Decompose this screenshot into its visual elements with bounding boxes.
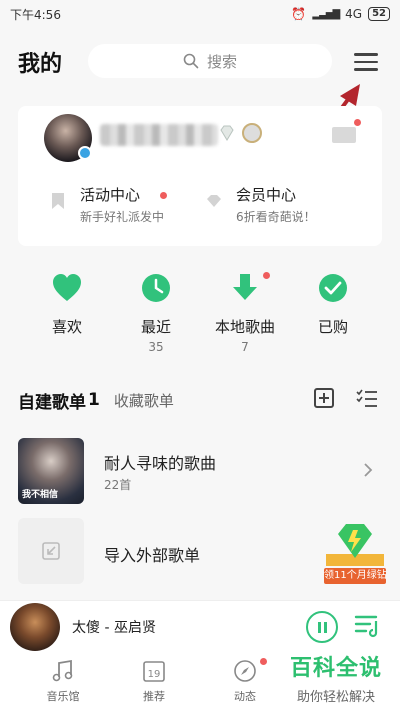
vip-diamond-icon (207, 195, 221, 207)
playlist-queue-icon[interactable] (354, 611, 382, 639)
search-input[interactable]: 搜索 (88, 44, 332, 78)
playlist-count: 22首 (104, 478, 132, 492)
page-title: 我的 (18, 52, 63, 77)
quick-count: 7 (241, 340, 249, 354)
download-icon (233, 274, 257, 300)
tab-collected-playlists[interactable]: 收藏歌单 (114, 390, 174, 411)
quick-item-like[interactable]: 喜欢 (27, 272, 107, 352)
activity-center-title: 活动中心 (80, 186, 141, 204)
vip-center[interactable]: 会员中心 6折看奇葩说！ (206, 182, 376, 226)
mail-icon[interactable] (332, 127, 356, 143)
quick-item-recent[interactable]: 最近 35 (116, 272, 196, 354)
tab-feed[interactable]: 动态 (210, 658, 280, 704)
tab-recommend[interactable]: 19 推荐 (119, 658, 189, 704)
quick-label: 已购 (317, 318, 348, 336)
alarm-icon: ⏰ (291, 7, 307, 21)
calendar-icon: 19 (143, 661, 165, 682)
status-bar: 下午4:56 ⏰ ▂▃▅▇ 4G 52 (0, 0, 400, 28)
search-placeholder: 搜索 (206, 52, 237, 71)
username-blurred[interactable] (100, 124, 218, 146)
level-badge-icon[interactable] (242, 123, 262, 143)
import-cover (18, 518, 84, 584)
activity-center-subtitle: 新手好礼派发中 (80, 210, 165, 224)
bookmark-icon (52, 193, 64, 209)
pause-button[interactable] (306, 611, 338, 643)
manage-list-icon[interactable] (356, 388, 378, 408)
watermark: 百科全说 助你轻松解决 (276, 650, 396, 706)
tab-label: 音乐馆 (46, 690, 80, 703)
battery-icon: 52 (368, 7, 390, 21)
mail-notification-dot (354, 119, 361, 126)
network-type: 4G (345, 7, 363, 21)
menu-icon-line (354, 60, 378, 64)
gift-diamond-icon (326, 524, 384, 566)
quick-count: 35 (148, 340, 164, 354)
album-cover[interactable] (10, 603, 60, 651)
local-dot (263, 272, 270, 279)
menu-button[interactable] (352, 48, 380, 76)
calendar-day: 19 (148, 669, 161, 680)
heart-icon (53, 274, 81, 301)
ad-text: 领11个月绿钻 (324, 568, 386, 584)
playlist-item[interactable]: 我不相信 耐人寻味的歌曲 22首 (18, 438, 382, 504)
playlist-title: 导入外部歌单 (104, 546, 201, 565)
playlist-title: 耐人寻味的歌曲 (104, 454, 217, 473)
menu-icon-line (354, 53, 378, 56)
playlist-tabs: 自建歌单 1 收藏歌单 (18, 386, 382, 414)
quick-item-purchased[interactable]: 已购 (293, 272, 373, 352)
watermark-title: 百科全说 (289, 656, 382, 681)
menu-icon-line (354, 68, 378, 71)
tab-created-playlists[interactable]: 自建歌单 (18, 388, 86, 413)
promo-ad-banner[interactable]: 领11个月绿钻 (320, 520, 390, 586)
tab-created-count: 1 (88, 390, 100, 410)
signal-icon: ▂▃▅▇ (312, 8, 340, 20)
profile-card: 活动中心 新手好礼派发中 会员中心 6折看奇葩说！ (18, 106, 382, 246)
music-note-icon (52, 659, 73, 682)
quick-label: 本地歌曲 (214, 318, 275, 336)
search-icon (183, 53, 199, 69)
status-time: 下午4:56 (10, 7, 61, 22)
verified-badge-icon (78, 146, 92, 160)
cover-text: 我不相信 (22, 490, 59, 500)
clock-icon (142, 274, 170, 302)
activity-center[interactable]: 活动中心 新手好礼派发中 (50, 182, 220, 226)
now-playing-title: 太傻 - 巫启贤 (72, 620, 156, 636)
playlist-cover: 我不相信 (18, 438, 84, 504)
chevron-right-icon (364, 463, 373, 477)
tab-label: 动态 (234, 690, 256, 703)
watermark-subtitle: 助你轻松解决 (296, 690, 375, 705)
check-circle-icon (319, 274, 347, 302)
quick-label: 喜欢 (51, 318, 82, 336)
quick-item-local[interactable]: 本地歌曲 7 (205, 272, 285, 354)
quick-label: 最近 (140, 318, 171, 336)
tab-music-hall[interactable]: 音乐馆 (28, 658, 98, 704)
vip-center-subtitle: 6折看奇葩说！ (236, 210, 316, 224)
status-indicators: ⏰ ▂▃▅▇ 4G 52 (291, 7, 390, 21)
add-playlist-button[interactable] (314, 388, 334, 408)
tab-label: 推荐 (143, 690, 165, 703)
activity-dot (160, 192, 167, 199)
feed-dot (260, 658, 267, 665)
mini-player[interactable]: 太傻 - 巫启贤 (0, 600, 400, 652)
vip-center-title: 会员中心 (236, 186, 297, 204)
header: 我的 搜索 (0, 38, 400, 86)
import-icon (42, 542, 60, 560)
quick-actions: 喜欢 最近 35 本地歌曲 7 已购 (0, 272, 400, 354)
compass-icon (234, 660, 256, 682)
diamond-icon[interactable] (218, 124, 236, 142)
